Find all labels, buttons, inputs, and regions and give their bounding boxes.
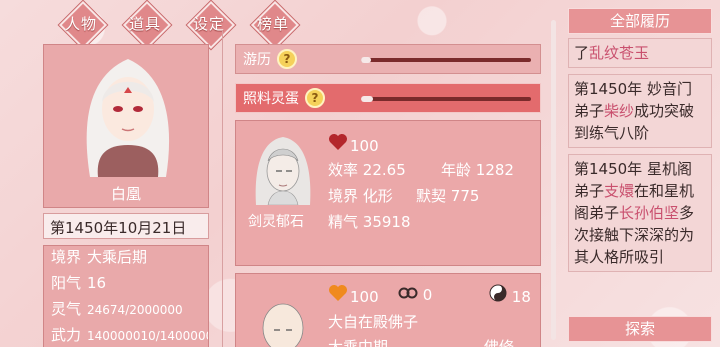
nav-characters-button[interactable]: 人物: [52, 4, 110, 42]
history-highlight-name: 乱纹苍玉: [589, 44, 650, 62]
age-row: 年龄 1282: [441, 161, 514, 179]
history-entry: 了乱纹苍玉: [568, 38, 712, 68]
yinyang-icon: [489, 284, 512, 306]
history-highlight-name: 柴纱: [604, 102, 635, 120]
shackles-value: 0: [422, 286, 433, 304]
disciple-card[interactable]: 100 0 18 大自在殿佛子 大乘中期 佛修: [235, 273, 541, 347]
character-stats: 境界 大乘后期 阳气 16 灵气 24674/2000000 武力 140000…: [43, 245, 209, 347]
realm-value: 化形: [362, 187, 393, 205]
efficiency-row: 效率 22.65: [328, 161, 406, 179]
stat-force: 武力 140000010/14000000: [51, 326, 209, 344]
disciple-name: 剑灵郁石: [248, 214, 304, 230]
travel-progress-track: [361, 57, 531, 63]
disciple-portrait: [262, 303, 304, 347]
game-date: 第1450年10月21日: [43, 213, 209, 239]
heart-icon: [328, 284, 348, 306]
stat-realm: 境界 大乘后期: [51, 248, 148, 266]
activity-travel[interactable]: 游历 ?: [235, 44, 541, 74]
essence-row: 精气 35918: [328, 213, 411, 231]
history-all-button[interactable]: 全部履历: [568, 8, 712, 34]
efficiency-value: 22.65: [362, 161, 406, 179]
bond-row: 默契 775: [416, 187, 480, 205]
shackles-row: 0: [398, 284, 432, 304]
disciple-card[interactable]: 剑灵郁石 100 效率 22.65 年龄 1282 境界 化形 默契 775 精…: [235, 120, 541, 266]
history-highlight-name: 长孙伯坚: [619, 204, 680, 222]
sect-text: 大自在殿佛子: [328, 313, 419, 331]
essence-value: 35918: [362, 213, 411, 231]
yinyang-row: 18: [489, 284, 531, 306]
history-list[interactable]: 了乱纹苍玉第1450年 妙音门弟子柴纱成功突破到练气八阶 第1450年 星机阁弟子…: [568, 38, 712, 310]
activity-egg-care[interactable]: 照料灵蛋 ?: [235, 83, 541, 113]
character-card[interactable]: 白凰: [43, 44, 209, 208]
explore-button[interactable]: 探索: [568, 316, 712, 342]
yinyang-value: 18: [511, 288, 531, 306]
egg-care-progress-track: [361, 96, 531, 102]
character-name: 白凰: [110, 185, 141, 203]
heart-icon: [328, 133, 348, 155]
path-value: 佛修: [484, 338, 515, 347]
travel-progress-fill: [361, 57, 372, 63]
age-value: 1282: [475, 161, 514, 179]
realm-value: 大乘中期: [328, 338, 389, 347]
disciple-portrait: [255, 137, 311, 205]
affection-value: 100: [350, 137, 379, 155]
realm-row: 境界 化形: [328, 187, 393, 205]
history-highlight-name: 支嬛: [604, 182, 635, 200]
egg-care-progress-fill: [361, 96, 373, 102]
bond-value: 775: [450, 187, 480, 205]
affection-row: 100: [328, 133, 379, 155]
help-icon[interactable]: ?: [277, 49, 297, 69]
history-entry: 第1450年 星机阁弟子支嬛在和星机阁弟子长孙伯坚多次接触下深深的为其人格所吸引: [568, 154, 712, 272]
character-portrait: [86, 59, 170, 177]
stat-yang: 阳气 16: [51, 274, 107, 292]
nav-items-button[interactable]: 道具: [116, 4, 174, 42]
history-entry: 第1450年 妙音门弟子柴纱成功突破到练气八阶: [568, 74, 712, 148]
shackles-icon: [398, 286, 423, 304]
affection-value: 100: [350, 288, 379, 306]
help-icon[interactable]: ?: [305, 88, 325, 108]
stat-spirit: 灵气 24674/2000000: [51, 300, 183, 318]
history-text: 了: [574, 44, 590, 62]
center-scrollbar[interactable]: [551, 20, 556, 340]
affection-row: 100: [328, 284, 379, 306]
